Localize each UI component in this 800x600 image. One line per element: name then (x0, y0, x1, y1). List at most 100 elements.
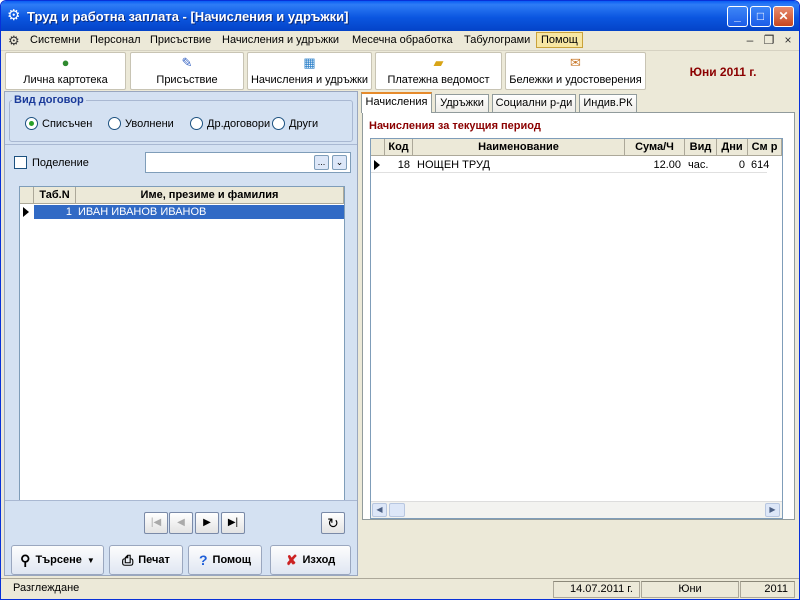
grid-indicator-header (20, 187, 34, 204)
toolbar-payroll-button[interactable]: ▰ Платежна ведомост (375, 52, 502, 90)
prev-icon: ◀ (177, 517, 185, 528)
maximize-icon: □ (756, 9, 765, 23)
toolbar-accruals-button[interactable]: ▦ Начисления и удръжки (247, 52, 372, 90)
grid-header-full-name[interactable]: Име, презиме и фамилия (76, 187, 344, 204)
table-row[interactable]: 1 ИВАН ИВАНОВ ИВАНОВ (34, 205, 344, 219)
child-restore-icon[interactable]: ❐ (762, 34, 776, 48)
menu-monthly-processing[interactable]: Месечна обработка (352, 34, 453, 46)
radio-empty-icon (272, 117, 285, 130)
toolbar-label: Начисления и удръжки (250, 74, 369, 86)
exit-button[interactable]: ✘ Изход (270, 545, 351, 575)
toolbar-certificates-button[interactable]: ✉ Бележки и удостоверения (505, 52, 646, 90)
system-menu-icon[interactable]: ⚙ (8, 33, 20, 48)
next-icon: ▶ (203, 517, 211, 528)
chevron-down-icon: ▼ (86, 555, 95, 565)
gear-icon: ⚙ (7, 7, 21, 24)
help-icon: ? (198, 552, 208, 568)
menu-system[interactable]: Системни (30, 34, 80, 46)
tab-social-expenses[interactable]: Социални р-ди (492, 94, 576, 113)
certificate-icon: ✉ (570, 55, 581, 70)
cell-full-name: ИВАН ИВАНОВ ИВАНОВ (78, 206, 207, 218)
first-icon: |◀ (150, 517, 162, 528)
grid-header-tab-number[interactable]: Таб.N (34, 187, 76, 204)
scroll-right-icon[interactable]: ▶ (765, 503, 780, 517)
print-button[interactable]: ⎙ Печат (109, 545, 183, 575)
menu-help[interactable]: Помощ (536, 32, 583, 48)
contract-type-group: Вид договор Списъчен Уволнени Др.договор… (9, 94, 353, 142)
toolbar-personal-file-button[interactable]: ● Лична картотека (5, 52, 126, 90)
last-icon: ▶| (227, 517, 239, 528)
tab-deductions[interactable]: Удръжки (435, 94, 489, 113)
accruals-grid[interactable]: Код Наименование Сума/Ч Вид Дни См р 18 … (370, 138, 783, 519)
status-year: 2011 (740, 581, 795, 598)
calculator-icon: ▦ (303, 55, 316, 70)
search-button[interactable]: ⚲ Търсене ▼ (11, 545, 104, 575)
radio-label: Списъчен (42, 117, 93, 130)
toolbar-attendance-button[interactable]: ✎ Присъствие (130, 52, 244, 90)
division-combo[interactable]: ... ⌄ (145, 152, 351, 173)
grid-header-days[interactable]: Дни (717, 139, 748, 156)
maximize-button[interactable]: □ (750, 6, 771, 27)
grid-header-kind[interactable]: Вид (685, 139, 717, 156)
division-label: Поделение (32, 157, 89, 169)
search-label: Търсене (35, 554, 82, 566)
menu-personnel[interactable]: Персонал (90, 34, 141, 46)
cell-tab-number: 1 (65, 206, 72, 218)
row-pointer-icon (23, 207, 29, 217)
last-record-button[interactable]: ▶| (221, 512, 245, 534)
first-record-button[interactable]: |◀ (144, 512, 168, 534)
radio-others[interactable]: Други (272, 117, 318, 130)
radio-other-contracts[interactable]: Др.договори (190, 117, 270, 130)
radio-empty-icon (108, 117, 121, 130)
child-minimize-icon[interactable]: – (743, 34, 757, 48)
refresh-icon: ↻ (327, 515, 339, 531)
close-icon: ✕ (778, 9, 789, 23)
status-month: Юни (641, 581, 739, 598)
child-close-icon[interactable]: × (781, 34, 795, 48)
grid-header-account[interactable]: См р (748, 139, 782, 156)
exit-x-icon: ✘ (285, 551, 298, 568)
help-button[interactable]: ? Помощ (188, 545, 262, 575)
person-icon: ● (61, 55, 70, 70)
divider (5, 144, 357, 145)
cell-days: 0 (738, 159, 745, 171)
ellipsis-button[interactable]: ... (314, 155, 329, 170)
dropdown-button[interactable]: ⌄ (332, 155, 347, 170)
table-row[interactable]: 18 НОЩЕН ТРУД 12.00 час. 0 614 (371, 157, 769, 173)
notepad-icon: ✎ (181, 55, 193, 70)
status-date: 14.07.2011 г. (553, 581, 640, 598)
close-button[interactable]: ✕ (773, 6, 794, 27)
tab-individual-rk[interactable]: Индив.РК (579, 94, 637, 113)
radio-label: Уволнени (125, 117, 174, 130)
prev-record-button[interactable]: ◀ (169, 512, 193, 534)
exit-label: Изход (302, 554, 336, 566)
scroll-left-icon[interactable]: ◀ (372, 503, 387, 517)
employee-grid[interactable]: Таб.N Име, презиме и фамилия 1 ИВАН ИВАН… (19, 186, 345, 501)
scroll-thumb[interactable] (389, 503, 405, 517)
accruals-panel: Начисления Удръжки Социални р-ди Индив.Р… (358, 91, 799, 576)
division-checkbox[interactable] (14, 156, 27, 169)
status-bar: Разглеждане 14.07.2011 г. Юни 2011 (1, 578, 799, 599)
grid-header-code[interactable]: Код (385, 139, 413, 156)
menu-bar: ⚙ Системни Персонал Присъствие Начислени… (1, 31, 799, 51)
tab-accruals[interactable]: Начисления (361, 92, 432, 113)
refresh-button[interactable]: ↻ (321, 512, 345, 534)
radio-list-employees[interactable]: Списъчен (25, 117, 92, 130)
cell-kind: час. (688, 159, 709, 171)
grid-header-name[interactable]: Наименование (413, 139, 625, 156)
menu-accruals-deductions[interactable]: Начисления и удръжки (222, 34, 339, 46)
printer-icon: ⎙ (122, 551, 134, 568)
application-window: ⚙ Труд и работна заплата - [Начисления и… (0, 0, 800, 600)
menu-tabulograms[interactable]: Табулограми (464, 34, 530, 46)
navigation-bar: |◀ ◀ ▶ ▶| ↻ ⚲ Търсене ▼ ⎙ Печат ? Помощ ✘ Изх… (5, 500, 357, 577)
grid-header-sum[interactable]: Сума/Ч (625, 139, 685, 156)
menu-attendance[interactable]: Присъствие (150, 34, 211, 46)
next-record-button[interactable]: ▶ (195, 512, 219, 534)
minimize-button[interactable]: _ (727, 6, 748, 27)
grid-indicator-header (371, 139, 385, 156)
toolbar: ● Лична картотека ✎ Присъствие ▦ Начисле… (1, 51, 799, 91)
radio-dismissed[interactable]: Уволнени (108, 117, 174, 130)
horizontal-scrollbar[interactable]: ◀ ▶ (371, 501, 782, 518)
contract-type-label: Вид договор (12, 94, 86, 106)
title-bar[interactable]: ⚙ Труд и работна заплата - [Начисления и… (1, 1, 799, 31)
